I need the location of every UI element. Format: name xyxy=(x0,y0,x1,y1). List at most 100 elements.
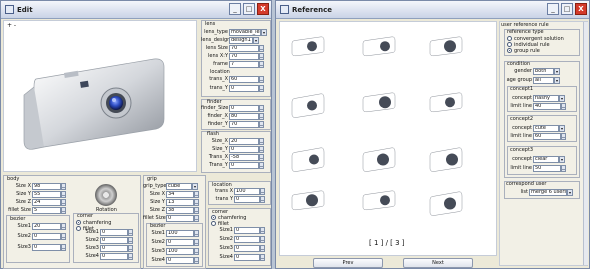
grip-type-select[interactable]: cube xyxy=(166,183,192,190)
concept3-limit-spinner[interactable] xyxy=(561,165,566,172)
ref-type-option-group[interactable]: group rule xyxy=(507,48,540,54)
camera-thumbnail[interactable] xyxy=(428,89,464,113)
lens-xy-spinner[interactable] xyxy=(259,53,264,60)
grip-corner-s1-field[interactable]: 0 xyxy=(234,227,260,234)
close-button[interactable]: X xyxy=(257,3,269,15)
concept2-dropdown[interactable]: ▾ xyxy=(559,125,565,132)
camera-thumbnail[interactable] xyxy=(290,143,326,173)
body-s1-field[interactable]: 20 xyxy=(32,223,61,230)
finder-x-spinner[interactable] xyxy=(259,113,264,120)
rotation-wheel[interactable] xyxy=(95,184,117,206)
body-fillet-spinner[interactable] xyxy=(61,207,66,214)
grip-sizex-spinner[interactable] xyxy=(194,191,199,198)
body-sizez-field[interactable]: 24 xyxy=(32,199,61,206)
grip-corner-s2-field[interactable]: 0 xyxy=(234,236,260,243)
grip-sizez-field[interactable]: 38 xyxy=(166,207,194,214)
concept2-limit-field[interactable]: 60 xyxy=(533,133,561,140)
prev-button[interactable]: Prev xyxy=(313,258,383,268)
grip-corner-s4-spinner[interactable] xyxy=(260,254,265,261)
grip-corner-s1-spinner[interactable] xyxy=(260,227,265,234)
grip-sizey-field[interactable]: 13 xyxy=(166,199,194,206)
body-s1-spinner[interactable] xyxy=(61,223,66,230)
corner-s1-spinner[interactable] xyxy=(128,229,133,236)
lens-transy-field[interactable]: 0 xyxy=(229,85,259,92)
lens-size-spinner[interactable] xyxy=(259,45,264,52)
grip-s2-field[interactable]: 0 xyxy=(166,239,194,246)
gender-select[interactable]: both xyxy=(533,68,554,75)
camera-thumbnail[interactable] xyxy=(361,89,397,113)
grip-transy-spinner[interactable] xyxy=(260,196,265,203)
lens-design-dropdown[interactable]: ▾ xyxy=(253,37,259,44)
body-s3-field[interactable]: 0 xyxy=(32,244,61,251)
concept2-limit-spinner[interactable] xyxy=(561,133,566,140)
lens-size-field[interactable]: 70 xyxy=(229,45,259,52)
concept1-limit-spinner[interactable] xyxy=(561,103,566,110)
flash-sizex-field[interactable]: 20 xyxy=(229,138,259,145)
age-group-dropdown[interactable]: ▾ xyxy=(554,77,560,84)
grip-sizey-spinner[interactable] xyxy=(194,199,199,206)
grip-sizex-field[interactable]: 34 xyxy=(166,191,194,198)
lens-design-select[interactable]: design1 xyxy=(229,37,253,44)
grip-corner-s3-field[interactable]: 0 xyxy=(234,245,260,252)
close-button[interactable]: X xyxy=(575,3,587,15)
maximize-button[interactable]: □ xyxy=(243,3,255,15)
grip-s1-spinner[interactable] xyxy=(194,230,199,237)
finder-size-spinner[interactable] xyxy=(259,105,264,112)
gender-dropdown[interactable]: ▾ xyxy=(554,68,560,75)
camera-thumbnail[interactable] xyxy=(428,33,464,57)
grip-s4-spinner[interactable] xyxy=(194,257,199,264)
concept3-dropdown[interactable]: ▾ xyxy=(559,156,565,163)
concept1-dropdown[interactable]: ▾ xyxy=(559,95,565,102)
minimize-button[interactable]: _ xyxy=(229,3,241,15)
camera-thumbnail[interactable] xyxy=(290,89,326,119)
camera-thumbnail[interactable] xyxy=(361,187,397,211)
age-group-select[interactable]: all xyxy=(533,77,554,84)
camera-thumbnail[interactable] xyxy=(290,33,326,57)
flash-sizey-spinner[interactable] xyxy=(259,146,264,153)
corner-s1-field[interactable]: 0 xyxy=(100,229,128,236)
lens-xy-field[interactable]: 70 xyxy=(229,53,259,60)
corner-s4-field[interactable]: 0 xyxy=(100,253,128,260)
camera-thumbnail[interactable] xyxy=(361,33,397,57)
grip-transx-field[interactable]: 100 xyxy=(234,188,260,195)
finder-y-field[interactable]: 70 xyxy=(229,121,259,128)
lens-type-dropdown[interactable]: ▾ xyxy=(261,29,267,36)
corner-s4-spinner[interactable] xyxy=(128,253,133,260)
finder-x-field[interactable]: 80 xyxy=(229,113,259,120)
concept1-limit-field[interactable]: 40 xyxy=(533,103,561,110)
grip-type-dropdown[interactable]: ▾ xyxy=(192,183,198,190)
edit-titlebar[interactable]: Edit _ □ X xyxy=(1,1,271,19)
camera-thumbnail[interactable] xyxy=(428,187,464,217)
grip-s2-spinner[interactable] xyxy=(194,239,199,246)
camera-thumbnail[interactable] xyxy=(290,187,326,211)
grip-transx-spinner[interactable] xyxy=(260,188,265,195)
grip-s3-spinner[interactable] xyxy=(194,248,199,255)
body-fillet-field[interactable]: 5 xyxy=(32,207,61,214)
lens-transx-field[interactable]: 60 xyxy=(229,76,259,83)
grip-corner-s2-spinner[interactable] xyxy=(260,236,265,243)
corner-s3-field[interactable]: 0 xyxy=(100,245,128,252)
grip-corner-s4-field[interactable]: 0 xyxy=(234,254,260,261)
corner-s3-spinner[interactable] xyxy=(128,245,133,252)
grip-s1-field[interactable]: 100 xyxy=(166,230,194,237)
concept1-select[interactable]: flashy xyxy=(533,95,559,102)
camera-thumbnail[interactable] xyxy=(428,143,464,173)
body-sizex-field[interactable]: 98 xyxy=(32,183,61,190)
grip-fillet-spinner[interactable] xyxy=(194,215,199,222)
concept2-select[interactable]: cute xyxy=(533,125,559,132)
grip-s3-field[interactable]: 100 xyxy=(166,248,194,255)
reference-titlebar[interactable]: Reference _ □ X xyxy=(276,1,589,19)
flash-transx-spinner[interactable] xyxy=(259,154,264,161)
3d-viewport[interactable]: + - xyxy=(3,20,197,172)
maximize-button[interactable]: □ xyxy=(561,3,573,15)
flash-transy-field[interactable]: 0 xyxy=(229,162,259,169)
user-list-select[interactable]: merge 6 users xyxy=(529,189,567,196)
body-s3-spinner[interactable] xyxy=(61,244,66,251)
camera-thumbnail[interactable] xyxy=(361,143,397,173)
lens-transx-spinner[interactable] xyxy=(259,76,264,83)
flash-sizex-spinner[interactable] xyxy=(259,138,264,145)
lens-transy-spinner[interactable] xyxy=(259,85,264,92)
lens-type-select[interactable]: movable_lens xyxy=(229,29,261,36)
grip-corner-s3-spinner[interactable] xyxy=(260,245,265,252)
frame-spinner[interactable] xyxy=(259,61,264,68)
